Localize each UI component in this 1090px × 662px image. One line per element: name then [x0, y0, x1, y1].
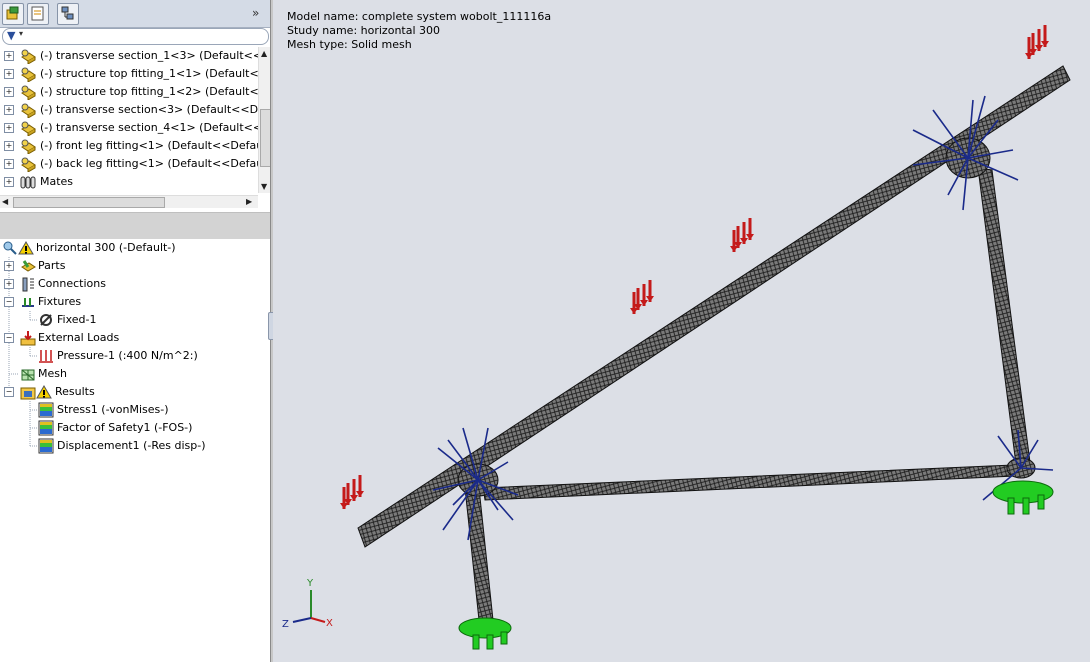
back-leg: [977, 167, 1032, 473]
part-warning-icon: [21, 121, 36, 136]
expand-icon[interactable]: +: [4, 87, 14, 97]
tree-item-label: Fixed-1: [57, 313, 97, 326]
simulation-study-tree: horizontal 300 (-Default-) + Parts + Con…: [0, 239, 270, 659]
collapse-icon[interactable]: −: [4, 333, 14, 343]
expand-icon[interactable]: +: [4, 123, 14, 133]
tree-item-label: Stress1 (-vonMises-): [57, 403, 169, 416]
plot-result-icon: [38, 438, 54, 454]
tree-item-label: Fixtures: [38, 295, 82, 308]
lower-transverse: [482, 464, 1016, 501]
tree-item-label: Mesh: [38, 367, 67, 380]
scroll-left-icon[interactable]: ◀: [2, 197, 8, 206]
assembly-tree: + (-) transverse section_1<3> (Default<<…: [0, 47, 258, 193]
fixture-front-leg: [458, 617, 512, 650]
collapse-icon[interactable]: −: [4, 297, 14, 307]
tree-horizontal-scrollbar[interactable]: ◀ ▶: [0, 195, 258, 208]
connections-icon: [22, 277, 34, 292]
tree-item-label: (-) structure top fitting_1<2> (Default<…: [40, 85, 258, 98]
external-loads-icon: [20, 331, 36, 346]
feature-tree-tab[interactable]: [2, 3, 24, 25]
tree-item-label: (-) transverse section_4<1> (Default<<De…: [40, 121, 258, 134]
triad-x-label: X: [326, 618, 333, 629]
front-leg: [464, 487, 494, 621]
tree-item-label: (-) transverse section_1<3> (Default<<De…: [40, 49, 258, 62]
tree-item-label: Displacement1 (-Res disp-): [57, 439, 206, 452]
expand-icon[interactable]: +: [4, 105, 14, 115]
expand-icon[interactable]: +: [4, 141, 14, 151]
panel-divider[interactable]: [0, 212, 270, 240]
property-manager-icon: [31, 6, 44, 21]
fixture-back-leg: [992, 480, 1054, 515]
part-warning-icon: [21, 85, 36, 100]
tree-item-label: Pressure-1 (:400 N/m^2:): [57, 349, 198, 362]
warning-icon: [36, 385, 52, 399]
triad-y-label: Y: [306, 578, 314, 589]
part-warning-icon: [21, 157, 36, 172]
part-warning-icon: [21, 67, 36, 82]
filter-icon: ▼: [7, 29, 16, 42]
triad-z-label: Z: [282, 619, 289, 630]
mesh-icon: [21, 369, 35, 381]
axis-triad: Y X Z: [282, 578, 333, 630]
expand-panel-icon[interactable]: »: [252, 6, 259, 20]
tree-filter-input[interactable]: ▼ ▾: [2, 28, 269, 45]
parts-icon: [21, 260, 36, 272]
expand-icon[interactable]: +: [4, 279, 14, 289]
pressure-icon: [39, 350, 53, 363]
part-warning-icon: [21, 139, 36, 154]
tree-item-label: (-) transverse section<3> (Default<<Defa…: [40, 103, 258, 116]
chevron-down-icon[interactable]: ▾: [19, 29, 23, 38]
scroll-thumb[interactable]: [13, 197, 165, 208]
collapse-icon[interactable]: −: [4, 387, 14, 397]
tree-item-label: (-) front leg fitting<1> (Default<<Defau…: [40, 139, 258, 152]
tree-item-label: Factor of Safety1 (-FOS-): [57, 421, 193, 434]
fixtures-icon: [22, 298, 34, 307]
expand-icon[interactable]: +: [4, 69, 14, 79]
part-warning-icon: [21, 103, 36, 118]
property-manager-tab[interactable]: [27, 3, 49, 25]
panel-toolbar: »: [0, 0, 270, 28]
tree-item-label: (-) back leg fitting<1> (Default<<Defaul…: [40, 157, 258, 170]
results-folder-icon: [20, 387, 36, 400]
tree-item-label: Mates: [40, 175, 74, 188]
scroll-right-icon[interactable]: ▶: [246, 197, 252, 206]
study-icon: [3, 241, 17, 255]
feature-tree-icon: [6, 6, 19, 20]
configuration-manager-icon: [61, 6, 74, 20]
fixed-geometry-icon: [40, 314, 52, 326]
model-view: Y X Z: [282, 23, 1071, 650]
pressure-load-arrows: [338, 23, 1051, 511]
study-root-label: horizontal 300 (-Default-): [36, 241, 176, 254]
mates-icon: [20, 176, 36, 189]
tree-item-label: External Loads: [38, 331, 120, 344]
plot-result-icon: [38, 402, 54, 418]
plot-result-icon: [38, 420, 54, 436]
expand-icon[interactable]: +: [4, 177, 14, 187]
tree-vertical-scrollbar[interactable]: ▲ ▼: [258, 47, 271, 193]
expand-icon[interactable]: +: [4, 51, 14, 61]
expand-icon[interactable]: +: [4, 159, 14, 169]
tree-item-label: Connections: [38, 277, 106, 290]
tree-item-label: (-) structure top fitting_1<1> (Default<…: [40, 67, 258, 80]
warning-icon: [18, 241, 34, 255]
tree-item-label: Parts: [38, 259, 66, 272]
configuration-manager-tab[interactable]: [57, 3, 79, 25]
scroll-up-icon[interactable]: ▲: [261, 49, 267, 58]
expand-icon[interactable]: +: [4, 261, 14, 271]
graphics-viewport[interactable]: Model name: complete system wobolt_11111…: [273, 0, 1090, 662]
feature-manager-panel: » ▼ ▾ + (-) transverse section_1<3> (Def…: [0, 0, 271, 662]
part-warning-icon: [21, 49, 36, 64]
scroll-down-icon[interactable]: ▼: [261, 182, 267, 191]
tree-item-label: Results: [55, 385, 95, 398]
